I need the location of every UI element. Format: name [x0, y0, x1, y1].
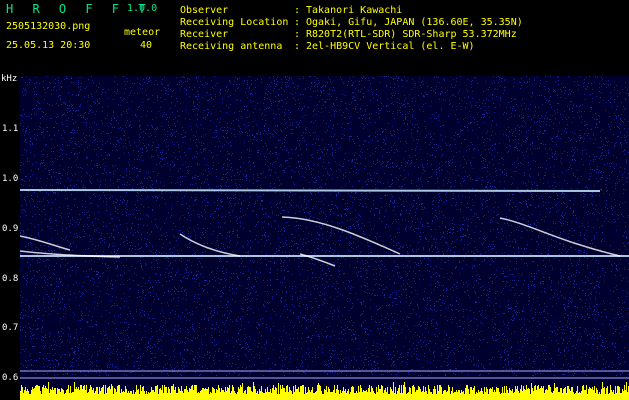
datetime: 25.05.13 20:30 — [6, 40, 91, 51]
y-axis-unit: kHz — [1, 74, 18, 84]
carrier-line-upper — [20, 189, 601, 192]
info-sep: : — [294, 5, 301, 16]
info-label-observer: Observer — [180, 5, 229, 16]
y-tick-label: 0.9 — [2, 224, 19, 234]
y-tick-label: 0.6 — [2, 373, 19, 383]
info-value-antenna: 2el-HB9CV Vertical (el. E-W) — [306, 41, 475, 52]
y-tick-label: 0.8 — [2, 274, 19, 284]
filename: 2505132030.png — [6, 21, 91, 32]
info-value-receiver: R820T2(RTL-SDR) SDR-Sharp 53.372MHz — [306, 29, 517, 40]
counter-value: 40 — [140, 40, 153, 51]
info-label-receiver: Receiver — [180, 29, 229, 40]
info-label-antenna: Receiving antenna — [180, 41, 283, 52]
spectrogram — [20, 76, 629, 400]
info-sep: : — [294, 29, 301, 40]
info-value-observer: Takanori Kawachi — [306, 5, 403, 16]
info-sep: : — [294, 17, 301, 28]
info-sep: : — [294, 41, 301, 52]
y-tick-label: 1.1 — [2, 124, 19, 134]
counter-label: meteor — [124, 27, 161, 38]
app-version: 1.0.0 — [127, 3, 158, 14]
y-tick-label: 1.0 — [2, 174, 19, 184]
info-label-location: Receiving Location — [180, 17, 289, 28]
info-value-location: Ogaki, Gifu, JAPAN (136.60E, 35.35N) — [306, 17, 523, 28]
y-tick-label: 0.7 — [2, 323, 19, 333]
